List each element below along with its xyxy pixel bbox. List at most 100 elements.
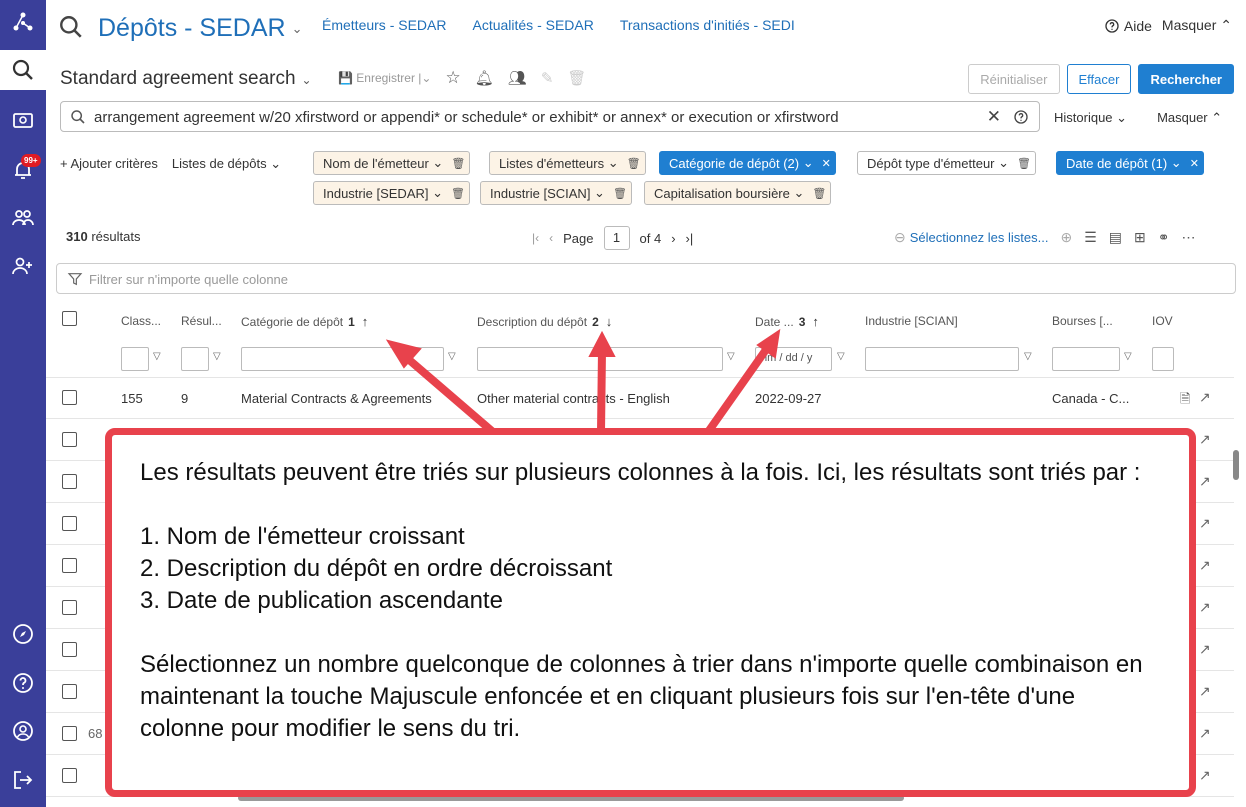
col-exchanges[interactable]: Bourses [... (1052, 314, 1113, 328)
delete-trash-icon[interactable]: 🗑︎ (567, 69, 586, 87)
row-checkbox[interactable] (62, 474, 77, 489)
clear-button[interactable]: Effacer (1066, 64, 1132, 94)
category-filter-field[interactable] (241, 347, 444, 371)
link-transactions[interactable]: Transactions d'initiés - SEDI (620, 17, 795, 33)
trash-icon[interactable]: 🗑︎ (451, 187, 465, 200)
chip-market-cap[interactable]: Capitalisation boursière ⌄ 🗑︎ (644, 181, 832, 205)
funnel-icon[interactable]: ▽ (213, 351, 221, 362)
close-icon[interactable]: ✕ (822, 157, 831, 170)
more-icon[interactable]: ⋯ (1181, 229, 1195, 246)
external-link-icon[interactable]: ↗ (1199, 683, 1211, 700)
chip-industry-sedar[interactable]: Industrie [SEDAR] ⌄ 🗑︎ (313, 181, 470, 205)
naics-filter-field[interactable] (865, 347, 1019, 371)
add-user-icon[interactable] (0, 246, 46, 286)
row-checkbox[interactable] (62, 642, 77, 657)
minus-circle-icon[interactable]: ⊖ (894, 229, 906, 246)
funnel-icon[interactable]: ▽ (153, 351, 161, 362)
results-filter-field[interactable] (181, 347, 209, 371)
close-icon[interactable]: ✕ (1190, 157, 1199, 170)
row-checkbox[interactable] (62, 726, 77, 741)
trash-icon[interactable]: 🗑︎ (451, 157, 465, 170)
save-button[interactable]: 💾 Enregistrer |⌄ (338, 71, 431, 85)
app-title[interactable]: Dépôts - SEDAR ⌄ (98, 14, 302, 43)
help-icon[interactable] (0, 663, 46, 703)
external-link-icon[interactable]: ↗ (1199, 767, 1211, 784)
query-input[interactable]: arrangement agreement w/20 xfirstword or… (60, 101, 1040, 132)
row-checkbox[interactable] (62, 600, 77, 615)
logo-icon[interactable] (0, 2, 46, 42)
col-description[interactable]: Description du dépôt 2 ↓ (477, 314, 612, 329)
col-industry-naics[interactable]: Industrie [SCIAN] (865, 314, 958, 328)
col-category[interactable]: Catégorie de dépôt 1 ↑ (241, 314, 368, 329)
hide-criteria-button[interactable]: Masquer ⌃ (1157, 110, 1222, 126)
external-link-icon[interactable]: ↗ (1199, 389, 1211, 406)
share-users-icon[interactable]: 👥︎ (508, 69, 527, 87)
row-checkbox[interactable] (62, 558, 77, 573)
folder-search-icon[interactable] (0, 100, 46, 140)
row-checkbox[interactable] (62, 390, 77, 405)
trash-icon[interactable]: 🗑︎ (613, 187, 627, 200)
page-input[interactable]: 1 (603, 226, 630, 250)
last-page-icon[interactable]: ›| (686, 231, 694, 246)
class-filter-field[interactable] (121, 347, 149, 371)
external-link-icon[interactable]: ↗ (1199, 599, 1211, 616)
col-results[interactable]: Résul... (181, 314, 222, 328)
users-icon[interactable] (0, 198, 46, 238)
history-dropdown[interactable]: Historique ⌄ (1054, 110, 1127, 126)
external-link-icon[interactable]: ↗ (1199, 515, 1211, 532)
next-page-icon[interactable]: › (671, 231, 675, 246)
col-class[interactable]: Class... (121, 314, 161, 328)
link-emetteurs[interactable]: Émetteurs - SEDAR (322, 17, 446, 33)
column-filter-input[interactable]: Filtrer sur n'importe quelle colonne (56, 263, 1236, 294)
edit-pencil-icon[interactable]: ✎ (541, 69, 554, 87)
bell-icon[interactable]: 99+ (0, 150, 46, 190)
col-iov[interactable]: IOV (1152, 314, 1173, 328)
funnel-icon[interactable]: ▽ (448, 351, 456, 362)
row-checkbox[interactable] (62, 516, 77, 531)
grid-view-icon[interactable]: ⊞ (1134, 229, 1146, 246)
search-button[interactable]: Rechercher (1138, 64, 1234, 94)
trash-icon[interactable]: 🗑︎ (627, 157, 641, 170)
search-icon[interactable] (58, 14, 84, 43)
external-link-icon[interactable]: ↗ (1199, 473, 1211, 490)
funnel-icon[interactable]: ▽ (1124, 351, 1132, 362)
compass-icon[interactable] (0, 614, 46, 654)
hide-header-button[interactable]: Masquer ⌃ (1162, 17, 1232, 34)
external-link-icon[interactable]: ↗ (1199, 431, 1211, 448)
clear-query-icon[interactable]: ✕ (987, 107, 1001, 127)
chip-filing-date[interactable]: Date de dépôt (1) ⌄ ✕ (1056, 151, 1204, 175)
help-button[interactable]: Aide (1104, 18, 1152, 34)
external-link-icon[interactable]: ↗ (1199, 557, 1211, 574)
chip-issuer-type[interactable]: Dépôt type d'émetteur ⌄ 🗑︎ (857, 151, 1036, 175)
account-icon[interactable] (0, 711, 46, 751)
chip-issuer-lists[interactable]: Listes d'émetteurs ⌄ 🗑︎ (489, 151, 646, 175)
date-filter-field[interactable]: mm / dd / y (755, 347, 832, 371)
pdf-icon[interactable]: 🗎 (1180, 390, 1190, 412)
search-icon[interactable] (0, 50, 46, 90)
chip-filing-category[interactable]: Catégorie de dépôt (2) ⌄ ✕ (659, 151, 836, 175)
trash-icon[interactable]: 🗑︎ (812, 187, 826, 200)
logout-icon[interactable] (0, 760, 46, 800)
query-help-icon[interactable] (1013, 109, 1029, 128)
select-lists-link[interactable]: Sélectionnez les listes... (910, 230, 1049, 245)
exchange-filter-field[interactable] (1052, 347, 1120, 371)
binoculars-icon[interactable]: ⚭ (1158, 229, 1170, 246)
compact-view-icon[interactable]: ▤ (1109, 229, 1122, 246)
add-criteria-button[interactable]: + Ajouter critères (60, 156, 158, 172)
external-link-icon[interactable]: ↗ (1199, 725, 1211, 742)
star-icon[interactable]: ☆ (445, 68, 460, 88)
row-checkbox[interactable] (62, 432, 77, 447)
filing-lists-dropdown[interactable]: Listes de dépôts ⌄ (172, 156, 281, 172)
trash-icon[interactable]: 🗑︎ (1017, 157, 1031, 170)
chip-industry-naics[interactable]: Industrie [SCIAN] ⌄ 🗑︎ (480, 181, 632, 205)
row-checkbox[interactable] (62, 768, 77, 783)
alert-bell-icon[interactable]: 🔔︎ (475, 69, 494, 87)
col-date[interactable]: Date ... 3 ↑ (755, 314, 819, 329)
vertical-scrollbar[interactable] (1233, 450, 1239, 480)
description-filter-field[interactable] (477, 347, 723, 371)
first-page-icon[interactable]: |‹ (532, 231, 539, 245)
funnel-icon[interactable]: ▽ (837, 351, 845, 362)
link-actualites[interactable]: Actualités - SEDAR (472, 17, 593, 33)
row-checkbox[interactable] (62, 684, 77, 699)
list-view-icon[interactable]: ☰ (1084, 229, 1097, 246)
